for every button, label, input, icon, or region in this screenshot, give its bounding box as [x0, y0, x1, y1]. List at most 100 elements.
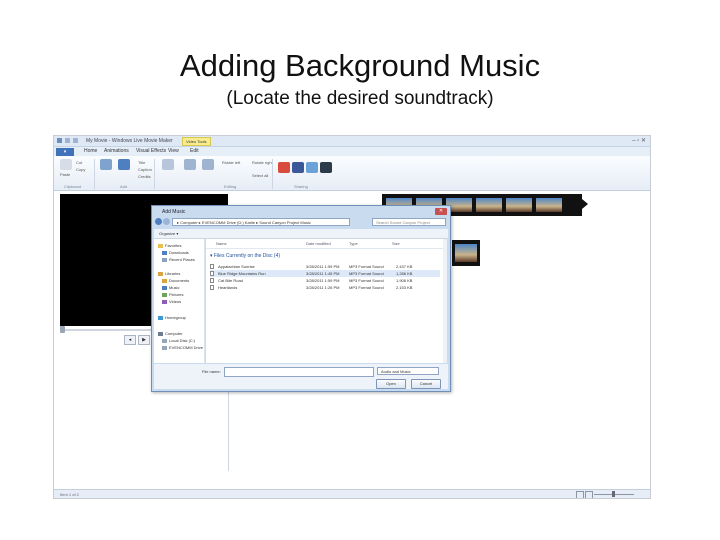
previous-frame-button[interactable]: ◂ — [124, 335, 136, 345]
seek-handle[interactable] — [60, 326, 65, 333]
file-date: 3/28/2011 1:45 PM — [306, 271, 340, 276]
file-size: 1,908 KB — [396, 278, 413, 283]
nav-documents[interactable]: Documents — [162, 278, 189, 283]
nav-homegroup[interactable]: Homegroup — [158, 315, 186, 320]
group-divider — [272, 159, 273, 189]
zoom-slider-handle[interactable] — [612, 491, 615, 497]
clip-end-marker — [582, 199, 588, 209]
file-row-selected[interactable]: Blue Ridge Mountains Run 3/28/2011 1:45 … — [210, 270, 440, 277]
slide-subtitle: (Locate the desired soundtrack) — [226, 88, 494, 109]
documents-icon — [162, 278, 167, 283]
file-row[interactable]: Appalachian Sunrise 3/28/2011 1:59 PM MP… — [210, 263, 440, 270]
pictures-icon — [162, 292, 167, 297]
youtube-share-icon[interactable] — [278, 162, 290, 173]
nav-music[interactable]: Music — [162, 285, 179, 290]
file-name-input[interactable] — [224, 367, 374, 377]
undo-icon[interactable] — [73, 138, 78, 143]
nav-recent-places[interactable]: Recent Places — [162, 257, 195, 262]
file-list-scrollbar[interactable] — [443, 239, 447, 363]
dialog-title: Add Music — [162, 209, 186, 215]
file-size: 2,153 KB — [396, 285, 413, 290]
audio-file-icon — [210, 264, 214, 269]
file-type: MP3 Format Sound — [349, 264, 384, 269]
open-button[interactable]: Open — [376, 379, 406, 389]
ribbon-tabs: ▾ Home Animations Visual Effects View Ed… — [54, 147, 650, 156]
window-controls[interactable]: – ▫ ✕ — [632, 137, 646, 144]
file-row[interactable]: Heartlands 3/28/2011 1:26 PM MP3 Format … — [210, 284, 440, 291]
nav-evencomm-drive[interactable]: EVENCOMM Drive — [162, 345, 203, 350]
nav-favorites[interactable]: Favorites — [158, 243, 181, 248]
file-date: 3/28/2011 1:59 PM — [306, 278, 340, 283]
status-text: Item 1 of 2 — [60, 492, 79, 497]
burn-dvd-icon[interactable] — [320, 162, 332, 173]
drive-icon — [162, 338, 167, 343]
dialog-search-input[interactable]: Search Sound Canyon Project — [372, 218, 446, 226]
save-icon[interactable] — [65, 138, 70, 143]
title-button[interactable]: Title — [138, 160, 145, 165]
tab-animations[interactable]: Animations — [104, 148, 129, 154]
file-type: MP3 Format Sound — [349, 285, 384, 290]
file-size: 1,286 KB — [396, 271, 413, 276]
rotate-right-button[interactable]: Rotate right — [252, 160, 273, 165]
tab-view[interactable]: View — [168, 148, 179, 154]
address-bar[interactable]: ▸ Computer ▸ EVENCOMM Drive (D:) Karlie … — [172, 218, 350, 226]
tab-visual-effects[interactable]: Visual Effects — [136, 148, 166, 154]
nav-pictures[interactable]: Pictures — [162, 292, 183, 297]
clip-frame — [455, 244, 477, 262]
file-group-header[interactable]: ▾ Files Currently on the Disc (4) — [210, 253, 280, 259]
windows-live-share-icon[interactable] — [306, 162, 318, 173]
rotate-left-button[interactable]: Rotate left — [222, 160, 240, 165]
forward-arrow-icon[interactable] — [163, 218, 170, 225]
tab-edit[interactable]: Edit — [190, 148, 199, 154]
webcam-icon[interactable] — [202, 159, 214, 170]
file-date: 3/28/2011 1:59 PM — [306, 264, 340, 269]
column-name[interactable]: Name — [216, 241, 227, 246]
copy-button[interactable]: Copy — [76, 167, 85, 172]
organize-button[interactable]: Organize ▾ — [159, 231, 178, 236]
facebook-share-icon[interactable] — [292, 162, 304, 173]
nav-computer[interactable]: Computer — [158, 331, 183, 336]
clip-frame — [506, 198, 532, 212]
snapshot-icon[interactable] — [184, 159, 196, 170]
credits-button[interactable]: Credits — [138, 174, 151, 179]
add-music-icon[interactable] — [118, 159, 130, 170]
file-list-pane: Name Date modified Type Size ▾ Files Cur… — [206, 239, 447, 363]
column-size[interactable]: Size — [392, 241, 400, 246]
caption-button[interactable]: Caption — [138, 167, 152, 172]
automovie-icon[interactable] — [162, 159, 174, 170]
nav-libraries[interactable]: Libraries — [158, 271, 180, 276]
libraries-icon — [158, 271, 163, 276]
file-type-filter[interactable]: Audio and Music — [377, 367, 439, 375]
tab-home[interactable]: Home — [84, 148, 97, 154]
cancel-button[interactable]: Cancel — [411, 379, 441, 389]
select-all-button[interactable]: Select all — [252, 173, 268, 178]
column-date-modified[interactable]: Date modified — [306, 241, 331, 246]
group-editing-label: Editing — [224, 184, 237, 189]
homegroup-icon — [158, 315, 163, 320]
dialog-toolbar: Organize ▾ — [154, 229, 448, 239]
fit-view-icon[interactable] — [585, 491, 593, 498]
storyboard-clip-2[interactable] — [452, 240, 480, 266]
file-size: 2,437 KB — [396, 264, 413, 269]
nav-downloads[interactable]: Downloads — [162, 250, 189, 255]
nav-videos[interactable]: Videos — [162, 299, 181, 304]
column-type[interactable]: Type — [349, 241, 358, 246]
computer-icon — [158, 331, 163, 336]
file-row[interactable]: Cat Bite Road 3/28/2011 1:59 PM MP3 Form… — [210, 277, 440, 284]
file-type: MP3 Format Sound — [349, 278, 384, 283]
clip-frame — [476, 198, 502, 212]
group-divider — [94, 159, 95, 189]
cut-button[interactable]: Cut — [76, 160, 82, 165]
storyboard-view-icon[interactable] — [576, 491, 584, 498]
file-menu-button[interactable]: ▾ — [56, 148, 74, 156]
add-videos-icon[interactable] — [100, 159, 112, 170]
play-button[interactable]: ▶ — [138, 335, 150, 345]
paste-icon[interactable] — [60, 159, 72, 170]
back-arrow-icon[interactable] — [155, 218, 162, 225]
dialog-close-button[interactable]: ✕ — [435, 208, 447, 215]
drive-icon — [162, 345, 167, 350]
recent-places-icon — [162, 257, 167, 262]
nav-local-disk[interactable]: Local Disk (C:) — [162, 338, 195, 343]
audio-file-icon — [210, 285, 214, 290]
clip-frame — [536, 198, 562, 212]
